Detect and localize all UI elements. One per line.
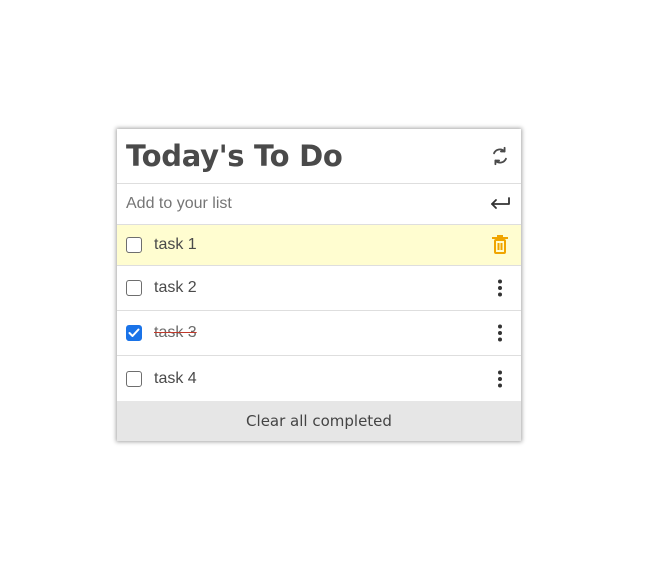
refresh-icon[interactable]	[488, 144, 512, 168]
task-row-2[interactable]: task 2	[117, 266, 521, 311]
task-checkbox-4[interactable]	[126, 370, 142, 387]
task-label-4: task 4	[154, 369, 197, 387]
more-vertical-icon[interactable]	[488, 321, 512, 345]
task-row-1[interactable]: task 1	[117, 225, 521, 266]
more-vertical-icon[interactable]	[488, 276, 512, 300]
task-label-3: task 3	[154, 324, 197, 341]
task-label-2: task 2	[154, 279, 197, 296]
header: Today's To Do	[117, 129, 521, 184]
page-title: Today's To Do	[126, 139, 343, 173]
more-vertical-icon[interactable]	[488, 367, 512, 391]
task-label-1: task 1	[154, 236, 197, 253]
check-icon	[128, 328, 140, 337]
enter-arrow-icon[interactable]	[488, 192, 512, 216]
add-task-row	[117, 184, 521, 225]
task-checkbox-3[interactable]	[126, 325, 142, 341]
task-row-4[interactable]: task 4	[117, 356, 521, 401]
task-row-3[interactable]: task 3	[117, 311, 521, 356]
task-checkbox-2[interactable]	[126, 280, 142, 296]
clear-completed-button[interactable]: Clear all completed	[117, 401, 521, 441]
add-task-input[interactable]	[126, 195, 488, 213]
trash-icon[interactable]	[488, 233, 512, 257]
task-checkbox-1[interactable]	[126, 237, 142, 253]
todo-card: Today's To Do task 1	[117, 129, 521, 441]
